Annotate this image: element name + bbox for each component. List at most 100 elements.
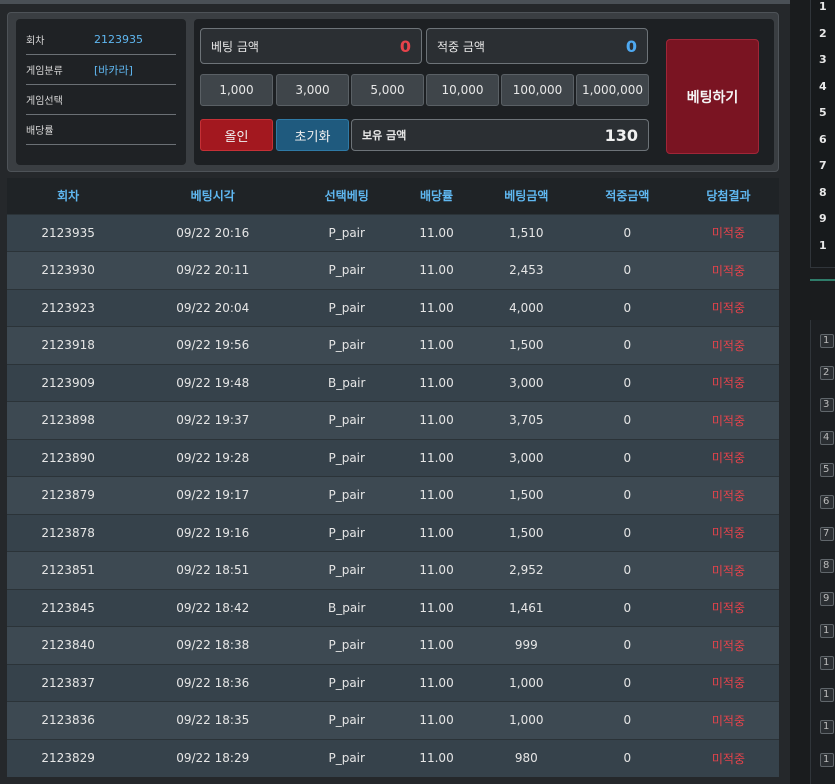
round-cell: 2123879 <box>7 476 130 514</box>
bet-time-cell: 09/22 19:16 <box>129 513 297 552</box>
result-cell: 미적중 <box>677 401 779 439</box>
allin-button[interactable]: 올인 <box>200 119 273 151</box>
table-row: 2123898 09/22 19:37 P_pair 11.00 3,705 0 미적중 <box>7 401 779 439</box>
bet-amount-cell: 4,000 <box>475 288 577 327</box>
chip-100000-button[interactable]: 100,000 <box>501 74 574 106</box>
sidebar-list-item[interactable]: 1 <box>820 688 834 703</box>
round-cell: 2123909 <box>7 363 130 402</box>
bet-amount-cell: 1,000 <box>475 701 577 739</box>
bet-amount-cell: 3,705 <box>475 401 577 439</box>
chip-3000-button[interactable]: 3,000 <box>276 74 349 106</box>
win-amount-cell: 0 <box>576 476 678 514</box>
info-category-label: 게임분류 <box>26 66 63 77</box>
bet-amount-cell: 3,000 <box>475 363 577 402</box>
table-row: 2123878 09/22 19:16 P_pair 11.00 1,500 0 미적중 <box>7 513 779 552</box>
result-cell: 미적중 <box>677 476 779 514</box>
bet-amount-cell: 1,000 <box>475 663 577 702</box>
bet-time-cell: 09/22 20:04 <box>129 288 297 327</box>
round-cell: 2123851 <box>7 551 130 589</box>
bet-time-cell: 09/22 19:56 <box>129 326 297 364</box>
win-amount-cell: 0 <box>576 663 678 702</box>
selection-cell: P_pair <box>296 438 398 477</box>
sidebar-list-item[interactable]: 8 <box>820 559 834 574</box>
round-cell: 2123935 <box>7 213 130 252</box>
chip-1000000-button[interactable]: 1,000,000 <box>576 74 649 106</box>
column-header: 당첨결과 <box>677 178 779 214</box>
result-cell: 미적중 <box>677 288 779 327</box>
sidebar-list-item[interactable]: 1 <box>820 752 834 767</box>
bet-amount-cell: 3,000 <box>475 438 577 477</box>
bet-time-cell: 09/22 20:16 <box>129 213 297 252</box>
table-row: 2123879 09/22 19:17 P_pair 11.00 1,500 0 미적중 <box>7 476 779 514</box>
sidebar-list-item[interactable]: 4 <box>820 430 834 445</box>
sidebar-rank-number: 4 <box>819 79 827 93</box>
chip-10000-button[interactable]: 10,000 <box>426 74 499 106</box>
sidebar-list-item[interactable]: 6 <box>820 495 834 509</box>
selection-cell: P_pair <box>296 213 398 252</box>
table-row: 2123918 09/22 19:56 P_pair 11.00 1,500 0 미적중 <box>7 326 779 364</box>
round-cell: 2123829 <box>7 738 130 777</box>
win-amount-cell: 0 <box>576 288 678 327</box>
chip-5000-button[interactable]: 5,000 <box>351 74 424 106</box>
table-row: 2123851 09/22 18:51 P_pair 11.00 2,952 0 미적중 <box>7 551 779 589</box>
bet-time-cell: 09/22 19:37 <box>129 401 297 439</box>
result-cell: 미적중 <box>677 551 779 589</box>
odds-cell: 11.00 <box>397 588 476 627</box>
bet-time-cell: 09/22 18:29 <box>129 738 297 777</box>
info-round-row: 회차 2123935 <box>26 25 176 55</box>
balance-field: 보유 금액 130 <box>351 119 649 151</box>
right-sidebar: 1 2 3 4 5 6 7 8 9 1 1 2 3 4 5 6 7 8 9 1 1 1 1 1 <box>790 0 835 784</box>
win-amount-cell: 0 <box>576 326 678 364</box>
bet-amount-cell: 2,952 <box>475 551 577 589</box>
info-category-value: [바카라] <box>94 63 133 77</box>
win-amount-cell: 0 <box>576 438 678 477</box>
bet-amount-cell: 1,461 <box>475 588 577 627</box>
bet-amount-cell: 980 <box>475 738 577 777</box>
win-amount-cell: 0 <box>576 701 678 739</box>
result-cell: 미적중 <box>677 626 779 664</box>
sidebar-list-item[interactable]: 7 <box>820 527 834 542</box>
sidebar-rank-number: 8 <box>819 185 827 199</box>
sidebar-list-item[interactable]: 1 <box>820 334 834 348</box>
win-amount-cell: 0 <box>576 363 678 402</box>
sidebar-list-item[interactable]: 2 <box>820 366 834 381</box>
sidebar-list-item[interactable]: 1 <box>820 623 834 638</box>
odds-cell: 11.00 <box>397 401 476 439</box>
result-cell: 미적중 <box>677 438 779 477</box>
table-row: 2123829 09/22 18:29 P_pair 11.00 980 0 미적중 <box>7 738 779 777</box>
selection-cell: P_pair <box>296 626 398 664</box>
round-cell: 2123930 <box>7 251 130 289</box>
sidebar-list-item[interactable]: 9 <box>820 591 834 606</box>
column-header: 회차 <box>7 178 130 214</box>
odds-cell: 11.00 <box>397 438 476 477</box>
bet-history-body: 2123935 09/22 20:16 P_pair 11.00 1,510 0 미적중 21… <box>7 213 779 777</box>
result-cell: 미적중 <box>677 701 779 739</box>
sidebar-list-item[interactable]: 1 <box>820 656 834 670</box>
sidebar-list-item[interactable]: 3 <box>820 398 834 413</box>
place-bet-button[interactable]: 베팅하기 <box>666 39 759 154</box>
column-header: 배당률 <box>397 178 476 214</box>
info-odds-label: 배당률 <box>26 126 54 137</box>
table-row: 2123890 09/22 19:28 P_pair 11.00 3,000 0 미적중 <box>7 438 779 477</box>
bet-amount-cell: 999 <box>475 626 577 664</box>
column-header: 적중금액 <box>576 178 678 214</box>
sidebar-rank-number: 6 <box>819 132 827 146</box>
win-amount-cell: 0 <box>576 513 678 552</box>
round-cell: 2123836 <box>7 701 130 739</box>
round-cell: 2123890 <box>7 438 130 477</box>
sidebar-list-item[interactable]: 1 <box>820 720 834 735</box>
win-amount-field: 적중 금액 0 <box>426 28 648 64</box>
bet-amount-field: 베팅 금액 0 <box>200 28 422 64</box>
sidebar-list-item[interactable]: 5 <box>820 462 834 477</box>
odds-cell: 11.00 <box>397 738 476 777</box>
bet-amount-cell: 1,500 <box>475 326 577 364</box>
reset-button[interactable]: 초기화 <box>276 119 349 151</box>
result-cell: 미적중 <box>677 363 779 402</box>
win-amount-cell: 0 <box>576 213 678 252</box>
bet-time-cell: 09/22 18:51 <box>129 551 297 589</box>
chip-1000-button[interactable]: 1,000 <box>200 74 273 106</box>
round-cell: 2123837 <box>7 663 130 702</box>
info-round-label: 회차 <box>26 36 45 47</box>
bet-time-cell: 09/22 19:28 <box>129 438 297 477</box>
bet-controls: 베팅 금액 0 적중 금액 0 1,000 3,000 5,000 10,000… <box>194 19 774 165</box>
